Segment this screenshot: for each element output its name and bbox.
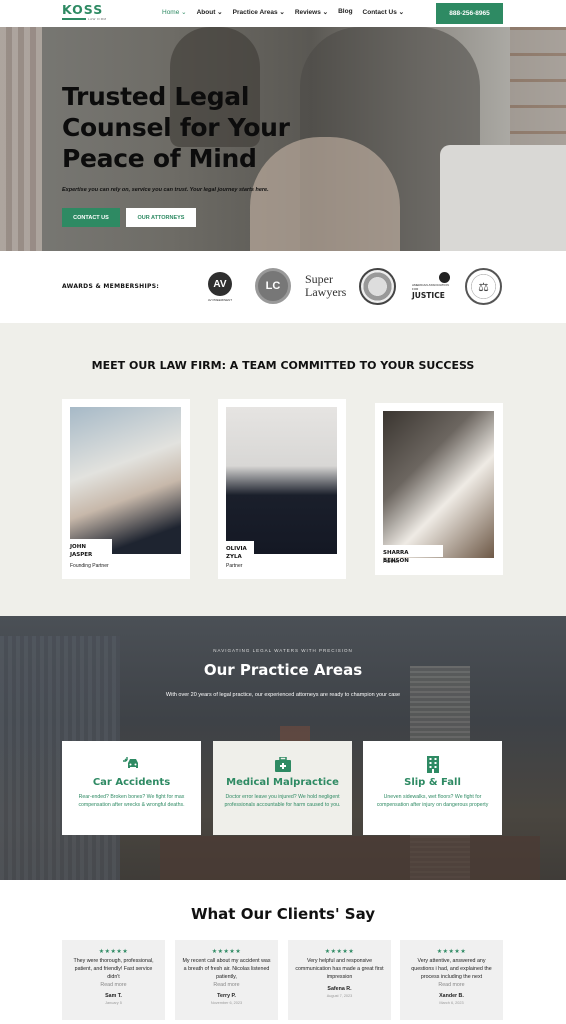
hero-image-monitor: [440, 145, 566, 251]
car-crash-icon: [62, 755, 201, 773]
review-card: ★★★★★ My recent call about my accident w…: [175, 940, 278, 1020]
logo[interactable]: KOSS LAW FIRM: [62, 2, 112, 21]
team-role: Founding Partner: [70, 563, 109, 569]
aaj-badge: AMERICAN ASSOCIATION FOR JUSTICE: [412, 268, 450, 304]
review-author: Terry P.: [217, 993, 236, 999]
review-card: ★★★★★ They were thorough, professional, …: [62, 940, 165, 1020]
practice-card-title: Slip & Fall: [404, 777, 461, 788]
star-rating-icon: ★★★★★: [211, 949, 242, 955]
team-section: MEET OUR LAW FIRM: A TEAM COMMITTED TO Y…: [0, 323, 566, 616]
hero-tagline: Expertise you can rely on, service you c…: [62, 187, 269, 193]
building-icon: [363, 755, 502, 773]
logo-name: KOSS: [62, 2, 104, 17]
hero-section: Trusted Legal Counsel for Your Peace of …: [0, 27, 566, 251]
review-author: Sam T.: [105, 993, 122, 999]
team-card[interactable]: JOHN JASPER Founding Partner: [62, 399, 190, 579]
practice-card-car-accidents[interactable]: Car Accidents Rear-ended? Broken bones? …: [62, 741, 201, 835]
review-date: November 6, 2023: [210, 1001, 243, 1005]
reviews-title: What Our Clients' Say: [190, 905, 376, 923]
medical-kit-icon: [213, 755, 352, 773]
aaj-icon: [439, 272, 450, 283]
awards-section: AWARDS & MEMBERSHIPS: AV AV PREEMINENT L…: [0, 251, 566, 323]
av-preeminent-badge: AV AV PREEMINENT: [206, 268, 234, 306]
contact-us-button[interactable]: CONTACT US: [62, 208, 120, 227]
review-text: My recent call about my accident was a b…: [182, 958, 271, 980]
read-more-link[interactable]: Read more: [400, 982, 503, 988]
scales-seal-badge: ⚖: [465, 268, 502, 305]
review-card: ★★★★★ Very helpful and responsive commun…: [288, 940, 391, 1020]
review-text: They were thorough, professional, patien…: [73, 958, 154, 980]
practice-card-text: Rear-ended? Broken bones? We fight for m…: [78, 794, 185, 808]
bar-association-seal: [359, 268, 396, 305]
review-text: Very helpful and responsive communicatio…: [295, 958, 384, 980]
phone-button[interactable]: 888-256-8965: [436, 3, 503, 24]
read-more-link[interactable]: Read more: [175, 982, 278, 988]
practice-card-slip-fall[interactable]: Slip & Fall Uneven sidewalks, wet floors…: [363, 741, 502, 835]
team-photo: [383, 411, 494, 558]
review-text: Very attentive, answered any questions i…: [411, 958, 492, 980]
star-rating-icon: ★★★★★: [436, 949, 467, 955]
nav-reviews[interactable]: Reviews ⌄: [295, 8, 328, 16]
awards-label: AWARDS & MEMBERSHIPS:: [62, 283, 160, 290]
nav-contact[interactable]: Contact Us ⌄: [363, 8, 405, 16]
practice-subtitle: With over 20 years of legal practice, ou…: [165, 692, 401, 698]
hero-image-flag: [0, 27, 42, 251]
hero-image-bookshelf: [510, 27, 566, 145]
review-date: August 7, 2023: [326, 994, 353, 998]
hero-title: Trusted Legal Counsel for Your Peace of …: [62, 82, 290, 173]
logo-sub: LAW FIRM: [88, 17, 107, 21]
main-nav: Home ⌄ About ⌄ Practice Areas ⌄ Reviews …: [162, 8, 404, 16]
team-name: JOHN JASPER: [62, 539, 112, 561]
nav-practice-areas[interactable]: Practice Areas ⌄: [233, 8, 285, 16]
practice-card-title: Car Accidents: [92, 777, 171, 788]
aaj-text: JUSTICE: [412, 291, 445, 300]
team-name: OLIVIA ZYLA: [218, 541, 254, 563]
logo-underline: [62, 18, 86, 20]
av-badge-text: AV: [208, 272, 232, 296]
super-lawyers-badge: Super Lawyers: [305, 272, 347, 299]
team-card[interactable]: OLIVIA ZYLA Partner: [218, 399, 346, 579]
team-role: Partner: [226, 563, 243, 569]
our-attorneys-button[interactable]: OUR ATTORNEYS: [126, 208, 196, 227]
practice-card-title: Medical Malpractice: [226, 777, 339, 788]
practice-card-text: Uneven sidewalks, wet floors? We fight f…: [376, 794, 489, 808]
scales-icon: ⚖: [478, 279, 489, 294]
practice-title: Our Practice Areas: [203, 661, 363, 679]
team-photo: [70, 407, 181, 554]
practice-card-text: Doctor error leave you injured? We hold …: [224, 794, 341, 808]
star-rating-icon: ★★★★★: [98, 949, 129, 955]
aaj-sub: AMERICAN ASSOCIATION FOR: [412, 283, 449, 291]
site-header: KOSS LAW FIRM Home ⌄ About ⌄ Practice Ar…: [0, 0, 566, 27]
review-date: January 5: [105, 1001, 122, 1005]
review-author: Safena R.: [327, 986, 352, 992]
team-role: Partner: [383, 559, 400, 565]
practice-card-medical-malpractice[interactable]: Medical Malpractice Doctor error leave y…: [213, 741, 352, 835]
star-rating-icon: ★★★★★: [324, 949, 355, 955]
read-more-link[interactable]: Read more: [62, 982, 165, 988]
team-name: SHARRA BENSON: [375, 545, 443, 564]
bg-bridge: [160, 836, 540, 880]
lead-counsel-badge: LC: [255, 268, 291, 304]
av-badge-sub: AV PREEMINENT: [207, 298, 233, 302]
practice-areas-section: NAVIGATING LEGAL WATERS WITH PRECISION O…: [0, 616, 566, 880]
review-card: ★★★★★ Very attentive, answered any quest…: [400, 940, 503, 1020]
team-card[interactable]: SHARRA BENSON Partner: [375, 403, 503, 575]
nav-about[interactable]: About ⌄: [197, 8, 223, 16]
reviews-section: What Our Clients' Say ★★★★★ They were th…: [0, 880, 566, 1024]
team-photo: [226, 407, 337, 554]
nav-home[interactable]: Home ⌄: [162, 8, 187, 16]
nav-blog[interactable]: Blog: [338, 8, 352, 16]
practice-kicker: NAVIGATING LEGAL WATERS WITH PRECISION: [213, 648, 353, 653]
review-author: Xander B.: [439, 993, 464, 999]
review-date: March 6, 2023: [439, 1001, 464, 1005]
team-title: MEET OUR LAW FIRM: A TEAM COMMITTED TO Y…: [91, 359, 475, 372]
